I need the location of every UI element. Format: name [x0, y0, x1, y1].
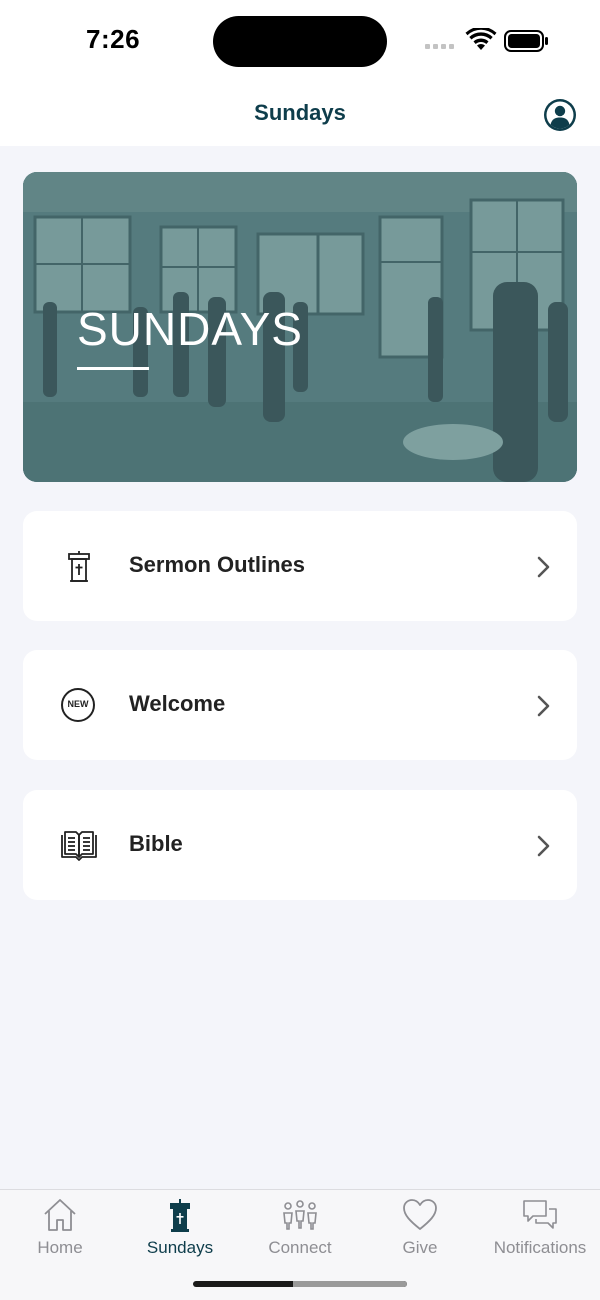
- hero-title: SUNDAYS: [77, 303, 303, 355]
- tab-notifications-label: Notifications: [493, 1238, 587, 1257]
- page-title: Sundays: [254, 100, 346, 125]
- welcome-label: Welcome: [129, 691, 226, 716]
- bible-label: Bible: [129, 831, 183, 856]
- wifi-icon: [465, 28, 497, 50]
- pulpit-icon: [68, 551, 90, 582]
- tab-notifications[interactable]: Notifications: [480, 1190, 600, 1270]
- pulpit-icon: [170, 1199, 190, 1232]
- people-icon: [283, 1200, 317, 1230]
- chevron-right-icon: [537, 556, 550, 578]
- tab-give-label: Give: [402, 1238, 438, 1257]
- chat-bubbles-icon: [523, 1200, 557, 1229]
- tab-sundays[interactable]: Sundays: [120, 1190, 240, 1270]
- tab-sundays-label: Sundays: [146, 1238, 214, 1257]
- status-bar: 7:26: [0, 0, 600, 82]
- tab-home[interactable]: Home: [0, 1190, 120, 1270]
- battery-icon: [504, 30, 548, 52]
- open-book-icon: [61, 831, 97, 861]
- hero-underline: [77, 367, 149, 370]
- new-badge-icon: NEW: [61, 688, 95, 722]
- home-indicator: [193, 1281, 407, 1287]
- status-time: 7:26: [86, 24, 141, 54]
- bible-card[interactable]: Bible: [23, 790, 577, 900]
- chevron-right-icon: [537, 835, 550, 857]
- tab-home-label: Home: [37, 1238, 83, 1257]
- heart-icon: [403, 1199, 437, 1230]
- tab-connect[interactable]: Connect: [240, 1190, 360, 1270]
- tab-connect-label: Connect: [268, 1238, 332, 1257]
- chevron-right-icon: [537, 695, 550, 717]
- dynamic-island: [213, 16, 387, 67]
- nav-header: Sundays: [0, 82, 600, 146]
- cellular-signal-icon: [425, 44, 454, 49]
- sermon-outlines-label: Sermon Outlines: [129, 552, 306, 577]
- profile-icon[interactable]: [543, 98, 577, 132]
- hero-banner[interactable]: SUNDAYS: [23, 172, 577, 482]
- home-icon: [44, 1199, 76, 1231]
- sermon-outlines-card[interactable]: Sermon Outlines: [23, 511, 577, 621]
- new-badge-text: NEW: [67, 699, 89, 709]
- welcome-card[interactable]: NEW Welcome: [23, 650, 577, 760]
- tab-give[interactable]: Give: [360, 1190, 480, 1270]
